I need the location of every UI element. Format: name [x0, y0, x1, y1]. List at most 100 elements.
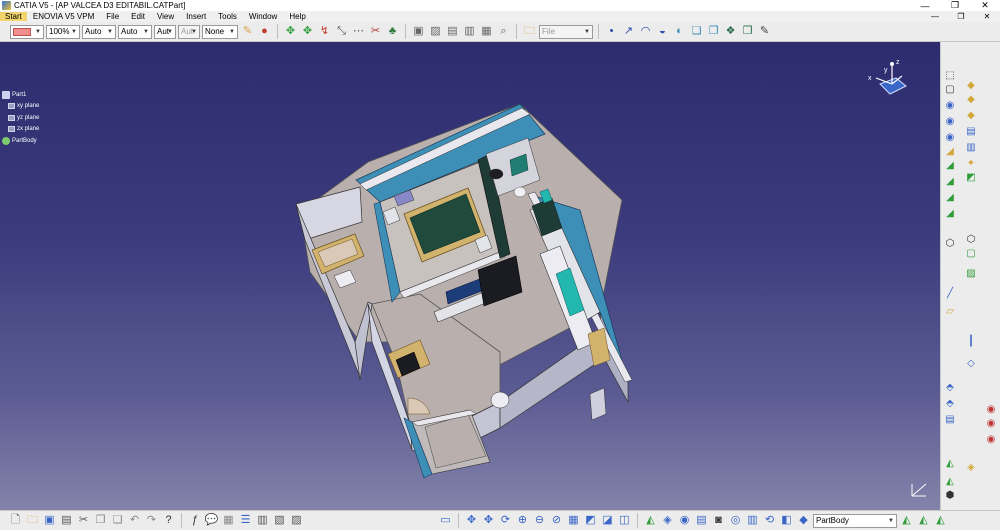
line-thickness-combo[interactable]: Auto ▼ [82, 24, 116, 39]
doc-close-button[interactable]: ✕ [974, 12, 1000, 21]
zoom-area-icon[interactable]: ↯ [317, 24, 332, 39]
reframe-icon[interactable]: ▥ [745, 513, 760, 528]
filter-combo[interactable]: File ▼ [539, 24, 593, 39]
sketch-icon[interactable]: ▢ [944, 84, 956, 96]
scan-icon[interactable]: ▧ [272, 513, 287, 528]
menu-file[interactable]: File [100, 12, 125, 21]
sketch-analysis-icon[interactable]: ✎ [757, 24, 772, 39]
hole-icon[interactable]: ◉ [944, 116, 956, 128]
quick-view-icon[interactable]: ▦ [566, 513, 581, 528]
save-icon[interactable]: ▣ [42, 513, 57, 528]
line-type-combo[interactable]: Auto ▼ [118, 24, 152, 39]
symmetry-icon[interactable]: ▢ [965, 248, 977, 260]
normal-view-icon[interactable]: ⤡ [334, 24, 349, 39]
redo-icon[interactable]: ↷ [144, 513, 159, 528]
groove-icon[interactable]: ◆ [965, 110, 977, 122]
list-icon[interactable]: ☰ [238, 513, 253, 528]
remove-face-icon[interactable]: ◢ [944, 208, 956, 220]
close-button[interactable]: ✕ [970, 0, 1000, 11]
lighting-icon[interactable]: ◈ [660, 513, 675, 528]
menu-help[interactable]: Help [283, 12, 311, 21]
menu-view[interactable]: View [151, 12, 180, 21]
sweep-icon[interactable]: ◐ [672, 24, 687, 39]
compass-icon[interactable]: x y z [866, 58, 910, 106]
current-body-combo[interactable]: PartBody ▼ [813, 513, 897, 528]
plane-icon[interactable]: ▱ [944, 306, 956, 318]
analysis-icon[interactable]: ❖ [723, 24, 738, 39]
spline-icon[interactable]: ↗ [621, 24, 636, 39]
whats-this-icon[interactable]: ? [161, 513, 176, 528]
cut-icon[interactable]: ✂ [76, 513, 91, 528]
thickness-icon[interactable]: ◢ [944, 176, 956, 188]
magnifier-icon[interactable]: ◭ [643, 513, 658, 528]
doc-minimize-button[interactable]: — [922, 12, 948, 21]
search-icon[interactable]: ⌕ [496, 24, 511, 39]
mirror-icon[interactable]: ▨ [965, 268, 977, 280]
album-icon[interactable]: ▥ [462, 24, 477, 39]
print-icon[interactable]: ▤ [59, 513, 74, 528]
pan-view-icon[interactable]: ✥ [481, 513, 496, 528]
draft-icon[interactable]: ◢ [944, 160, 956, 172]
intersect-icon[interactable]: ◉ [985, 434, 997, 446]
multi-result-icon[interactable]: ❐ [706, 24, 721, 39]
tree-node-partbody[interactable]: PartBody [2, 135, 39, 147]
tree-node-part[interactable]: Part1 [2, 89, 39, 101]
ground-icon[interactable]: ▤ [694, 513, 709, 528]
constraint-icon[interactable]: ⬘ [944, 382, 956, 394]
tree-node-zx-plane[interactable]: zx plane [2, 124, 39, 136]
surface-icon[interactable]: ◒ [655, 24, 670, 39]
update-icon[interactable]: ⟲ [762, 513, 777, 528]
thread-icon[interactable]: ◢ [944, 192, 956, 204]
pad-icon[interactable]: ◆ [965, 80, 977, 92]
fix-icon[interactable]: ◧ [779, 513, 794, 528]
floorplan-model[interactable] [0, 42, 940, 510]
line-icon[interactable]: ╱ [944, 288, 956, 300]
surface-cut-icon[interactable]: ◭ [944, 476, 956, 488]
sync-icon[interactable]: ◎ [728, 513, 743, 528]
camera-icon[interactable]: ◙ [711, 513, 726, 528]
multi-view-icon[interactable]: ⋯ [351, 24, 366, 39]
connect-checker-icon[interactable]: ❒ [740, 24, 755, 39]
assemble-icon[interactable]: ▤ [944, 414, 956, 426]
swap-space-icon[interactable]: ♣ [385, 24, 400, 39]
join-icon[interactable]: ❏ [689, 24, 704, 39]
menu-start[interactable]: Start [0, 12, 27, 21]
stiffener-icon[interactable]: ▥ [965, 142, 977, 154]
pan-icon[interactable]: ✥ [283, 24, 298, 39]
normal-to-icon[interactable]: ⊘ [549, 513, 564, 528]
slot-icon[interactable]: ◉ [944, 132, 956, 144]
apply-material-icon[interactable]: ◈ [965, 462, 977, 474]
shell-icon[interactable]: ◩ [965, 172, 977, 184]
boolean-remove-icon[interactable]: ◭ [933, 513, 948, 528]
rotate-icon[interactable]: ⬡ [965, 234, 977, 246]
zoom-out-icon[interactable]: ⊖ [532, 513, 547, 528]
extrude-icon[interactable]: ◠ [638, 24, 653, 39]
fillet-icon[interactable]: ◢ [944, 146, 956, 158]
point-icon[interactable]: • [604, 24, 619, 39]
comment-icon[interactable]: 💬 [204, 513, 219, 528]
part-design-icon[interactable]: ▨ [289, 513, 304, 528]
hide-show-icon[interactable]: ✂ [368, 24, 383, 39]
new-sketch-icon[interactable]: ▣ [411, 24, 426, 39]
fit-all-icon[interactable]: ✥ [300, 24, 315, 39]
sketcher-icon[interactable]: ⬚ [944, 70, 956, 82]
color-combo[interactable]: ▼ [10, 24, 44, 39]
image-capture-icon[interactable]: ▤ [445, 24, 460, 39]
shaft-icon[interactable]: ◉ [944, 100, 956, 112]
properties-icon[interactable]: ● [257, 24, 272, 39]
catalog-icon[interactable]: ▦ [479, 24, 494, 39]
undo-icon[interactable]: ↶ [127, 513, 142, 528]
translate-icon[interactable]: ⬡ [944, 238, 956, 250]
boolean-icon[interactable]: ⬘ [944, 398, 956, 410]
tree-node-yz-plane[interactable]: yz plane [2, 112, 39, 124]
menu-enovia[interactable]: ENOVIA V5 VPM [27, 12, 100, 21]
3d-viewport[interactable]: Part1 xy plane yz plane zx plane PartBod… [0, 42, 940, 510]
catalog-browser-icon[interactable]: ▥ [255, 513, 270, 528]
point-symbol-combo[interactable]: Aut ▼ [154, 24, 176, 39]
boolean-add-icon[interactable]: ◭ [899, 513, 914, 528]
remove-icon[interactable]: ◉ [985, 418, 997, 430]
table-icon[interactable]: ▦ [221, 513, 236, 528]
folder-icon[interactable]: 🗀 [522, 24, 537, 39]
menu-window[interactable]: Window [243, 12, 283, 21]
doc-restore-button[interactable]: ❐ [948, 12, 974, 21]
